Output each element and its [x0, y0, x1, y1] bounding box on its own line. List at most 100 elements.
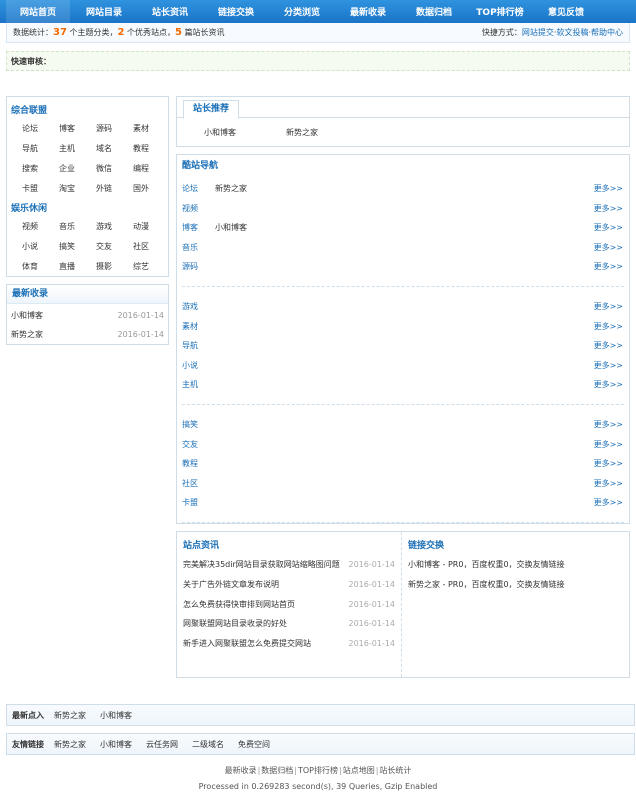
more-link[interactable]: 更多>>: [594, 257, 623, 277]
footer-link[interactable]: 最新收录: [225, 766, 257, 775]
category-link[interactable]: 素材: [133, 119, 170, 139]
category-link[interactable]: 直播: [59, 257, 96, 277]
tab-recommend[interactable]: 站长推荐: [183, 100, 240, 119]
latest-site-link[interactable]: 新势之家: [11, 325, 43, 344]
category-link[interactable]: 交友: [96, 237, 133, 257]
category-link[interactable]: 源码: [96, 119, 133, 139]
category-link[interactable]: 导航: [22, 139, 59, 159]
more-link[interactable]: 更多>>: [594, 179, 623, 199]
nav-item[interactable]: 网站首页: [6, 0, 70, 23]
category-link[interactable]: 体育: [22, 257, 59, 277]
category-link[interactable]: 国外: [133, 179, 170, 199]
category-link[interactable]: 企业: [59, 159, 96, 179]
category-group-title: 综合联盟: [11, 106, 48, 116]
cool-nav-category[interactable]: 交友: [182, 435, 215, 455]
category-link[interactable]: 主机: [59, 139, 96, 159]
category-link[interactable]: 编程: [133, 159, 170, 179]
cool-nav-category[interactable]: 素材: [182, 317, 215, 337]
latest-site-link[interactable]: 小和博客: [11, 306, 43, 325]
nav-item[interactable]: 分类浏览: [270, 0, 334, 23]
category-link[interactable]: 博客: [59, 119, 96, 139]
nav-item[interactable]: 意见反馈: [534, 0, 598, 23]
more-link[interactable]: 更多>>: [594, 375, 623, 395]
category-link[interactable]: 微信: [96, 159, 133, 179]
cool-nav-category[interactable]: 视频: [182, 199, 215, 219]
recommend-site-link[interactable]: 小和博客: [204, 127, 236, 138]
footer-link[interactable]: 站长统计: [379, 766, 411, 775]
footer-link[interactable]: 站点地图: [343, 766, 375, 775]
nav-item[interactable]: 网站目录: [72, 0, 136, 23]
nav-item[interactable]: 链接交换: [204, 0, 268, 23]
friend-link[interactable]: 二级域名: [192, 740, 224, 749]
more-link[interactable]: 更多>>: [594, 415, 623, 435]
cool-nav-category[interactable]: 源码: [182, 257, 215, 277]
cool-nav-site-link[interactable]: 小和博客: [215, 223, 247, 232]
cool-nav-category[interactable]: 导航: [182, 336, 215, 356]
category-link[interactable]: 淘宝: [59, 179, 96, 199]
category-link[interactable]: 音乐: [59, 217, 96, 237]
category-link[interactable]: 摄影: [96, 257, 133, 277]
cool-nav-category[interactable]: 搞笑: [182, 415, 215, 435]
help-center-link[interactable]: 帮助中心: [591, 28, 623, 37]
cool-nav-category[interactable]: 音乐: [182, 238, 215, 258]
friend-link[interactable]: 免费空间: [238, 740, 270, 749]
category-link[interactable]: 小说: [22, 237, 59, 257]
cool-nav-category[interactable]: 教程: [182, 454, 215, 474]
category-link[interactable]: 域名: [96, 139, 133, 159]
hot-site-link[interactable]: 新势之家: [54, 711, 86, 720]
hot-site-link[interactable]: 小和博客: [100, 711, 132, 720]
nav-item[interactable]: 站长资讯: [138, 0, 202, 23]
category-link[interactable]: 搞笑: [59, 237, 96, 257]
more-link[interactable]: 更多>>: [594, 454, 623, 474]
more-link[interactable]: 更多>>: [594, 435, 623, 455]
category-link[interactable]: 动漫: [133, 217, 170, 237]
news-link[interactable]: 新手进入网聚联盟怎么免费提交网站: [183, 634, 311, 654]
submit-article-link[interactable]: 软文投稿: [556, 28, 588, 37]
cool-nav-category[interactable]: 游戏: [182, 297, 215, 317]
category-link[interactable]: 卡盟: [22, 179, 59, 199]
category-link[interactable]: 游戏: [96, 217, 133, 237]
exchange-link[interactable]: 新势之家 - PR0，百度权重0，交换友情链接: [408, 575, 565, 595]
cool-nav-site-link[interactable]: 新势之家: [215, 184, 247, 193]
category-link[interactable]: 综艺: [133, 257, 170, 277]
news-link[interactable]: 完美解决35dir网站目录获取网站缩略图问题: [183, 555, 340, 575]
category-link[interactable]: 论坛: [22, 119, 59, 139]
cool-nav-category[interactable]: 小说: [182, 356, 215, 376]
cool-nav-row: 交友 更多>>: [177, 435, 629, 455]
more-link[interactable]: 更多>>: [594, 493, 623, 513]
exchange-link[interactable]: 小和博客 - PR0，百度权重0，交换友情链接: [408, 555, 565, 575]
category-link[interactable]: 视频: [22, 217, 59, 237]
more-link[interactable]: 更多>>: [594, 218, 623, 238]
news-link[interactable]: 关于广告外链文章发布说明: [183, 575, 279, 595]
cool-nav-category[interactable]: 博客: [182, 218, 215, 238]
friend-link[interactable]: 云任务网: [146, 740, 178, 749]
category-link[interactable]: 外链: [96, 179, 133, 199]
cool-nav-row: 素材 更多>>: [177, 317, 629, 337]
friend-link[interactable]: 新势之家: [54, 740, 86, 749]
cool-nav-category[interactable]: 主机: [182, 375, 215, 395]
nav-item[interactable]: 最新收录: [336, 0, 400, 23]
nav-item[interactable]: TOP排行榜: [468, 0, 532, 23]
footer-link[interactable]: TOP排行榜: [298, 766, 338, 775]
cool-nav-category[interactable]: 论坛: [182, 179, 215, 199]
more-link[interactable]: 更多>>: [594, 474, 623, 494]
news-link[interactable]: 怎么免费获得快审排到网站首页: [183, 595, 295, 615]
cool-nav-list: 论坛 新势之家 更多>> 视频 更多>> 博客 小和博客 更多>> 音乐 更多>> 源码 更多>> 游戏…: [177, 175, 629, 523]
submit-site-link[interactable]: 网站提交: [522, 28, 554, 37]
friend-link[interactable]: 小和博客: [100, 740, 132, 749]
news-link[interactable]: 网聚联盟网站目录收录的好处: [183, 614, 287, 634]
cool-nav-category[interactable]: 社区: [182, 474, 215, 494]
more-link[interactable]: 更多>>: [594, 336, 623, 356]
category-link[interactable]: 教程: [133, 139, 170, 159]
more-link[interactable]: 更多>>: [594, 317, 623, 337]
more-link[interactable]: 更多>>: [594, 238, 623, 258]
footer-link[interactable]: 数据归档: [261, 766, 293, 775]
more-link[interactable]: 更多>>: [594, 356, 623, 376]
more-link[interactable]: 更多>>: [594, 199, 623, 219]
category-link[interactable]: 社区: [133, 237, 170, 257]
more-link[interactable]: 更多>>: [594, 297, 623, 317]
nav-item[interactable]: 数据归档: [402, 0, 466, 23]
category-link[interactable]: 搜索: [22, 159, 59, 179]
cool-nav-category[interactable]: 卡盟: [182, 493, 215, 513]
recommend-site-link[interactable]: 新势之家: [286, 127, 318, 138]
